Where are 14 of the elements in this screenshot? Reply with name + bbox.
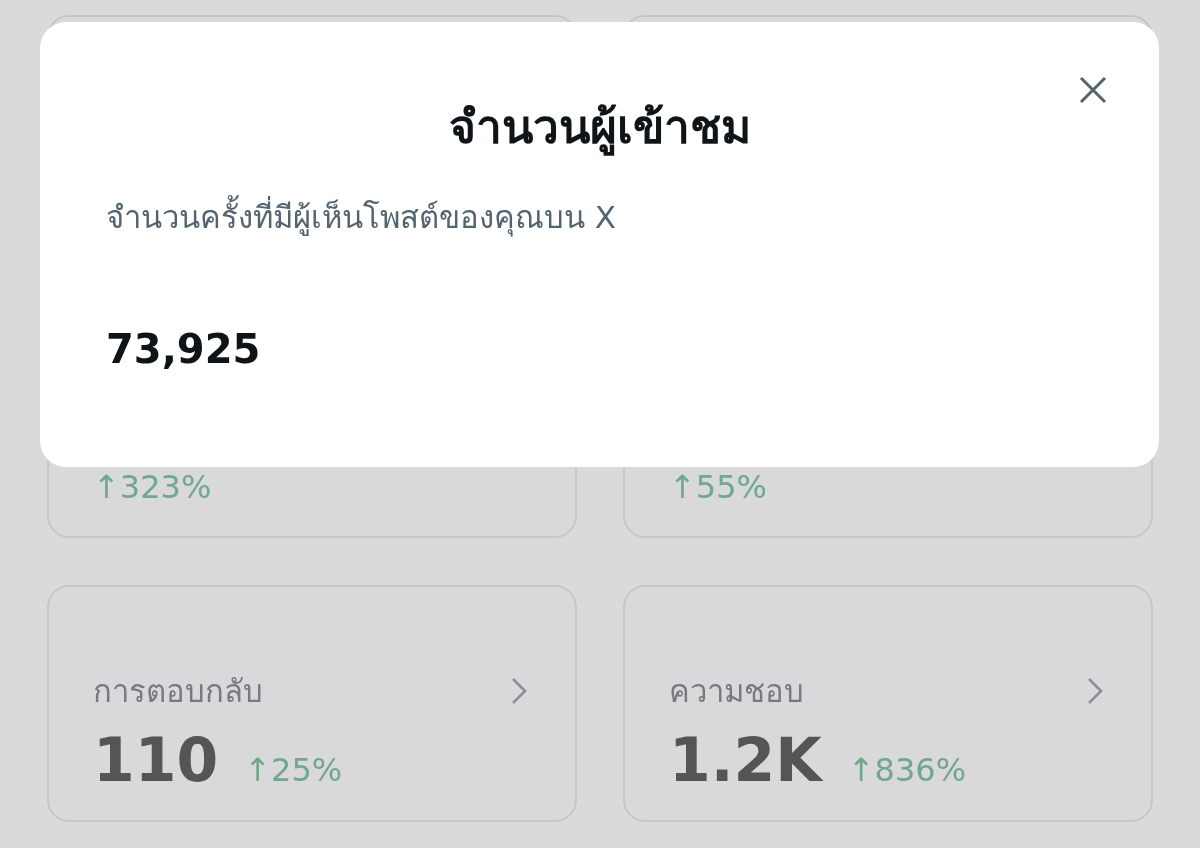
metric-card[interactable]: การตอบกลับ 110 ↑25%	[47, 585, 577, 822]
dialog-description: จำนวนครั้งที่มีผู้เห็นโพสต์ของคุณบน X	[106, 191, 1093, 242]
metric-label: ความชอบ	[669, 672, 804, 711]
metric-label: การตอบกลับ	[93, 672, 263, 711]
metric-change: ↑55%	[669, 468, 767, 506]
close-icon	[1079, 76, 1107, 104]
metric-change: ↑25%	[244, 751, 343, 789]
dialog-value: 73,925	[106, 325, 262, 372]
metric-change: ↑323%	[93, 468, 212, 506]
dialog-title: จำนวนผู้เข้าชม	[447, 99, 752, 158]
metric-card[interactable]: ความชอบ 1.2K ↑836%	[623, 585, 1153, 822]
metric-value: 110	[93, 730, 219, 790]
metric-value: 1.2K	[669, 730, 822, 790]
metric-change: ↑836%	[847, 751, 967, 789]
